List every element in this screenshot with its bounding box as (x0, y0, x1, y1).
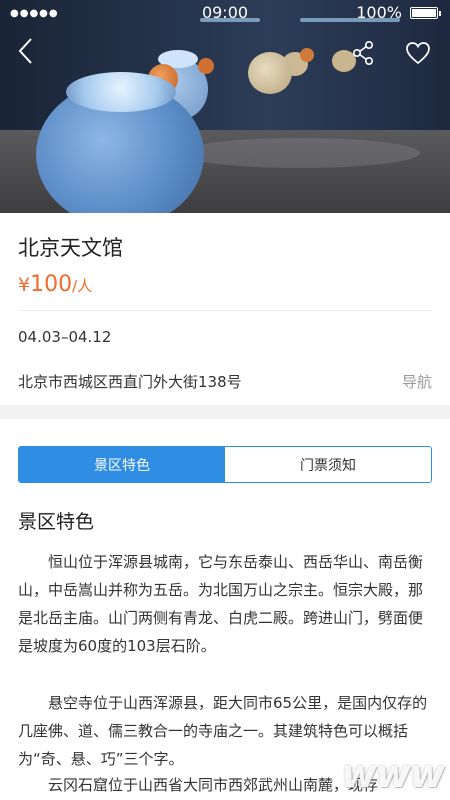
price-value: 100 (30, 272, 73, 297)
price-currency: ¥ (18, 274, 31, 296)
share-button[interactable] (348, 38, 378, 68)
address: 北京市西城区西直门外大街138号 (18, 373, 242, 391)
tab-ticket-notice[interactable]: 门票须知 (225, 447, 431, 482)
heart-icon (406, 42, 430, 65)
divider (18, 310, 432, 311)
section-gap (0, 405, 450, 419)
chevron-left-icon (18, 38, 32, 64)
status-bar: ●●●●● 09:00 100% (0, 0, 450, 26)
favorite-button[interactable] (402, 38, 434, 68)
battery-percent: 100% (356, 3, 402, 22)
paragraph: 恒山位于浑源县城南，它与东岳泰山、西岳华山、南岳衡山，中岳嵩山并称为五岳。为北国… (18, 553, 424, 655)
share-icon (352, 40, 374, 65)
date-range: 04.03–04.12 (18, 328, 112, 346)
section-title: 景区特色 (18, 511, 95, 533)
back-button[interactable] (10, 36, 40, 66)
price: ¥100/人 (18, 272, 92, 297)
tab-bar: 景区特色 门票须知 (18, 446, 432, 483)
venue-title: 北京天文馆 (18, 236, 123, 260)
hero-image (0, 0, 450, 213)
battery-icon (410, 7, 441, 19)
price-unit: /人 (72, 277, 93, 295)
watermark-logo: www (341, 752, 445, 796)
tab-features[interactable]: 景区特色 (19, 447, 225, 482)
navigate-link[interactable]: 导航 (402, 371, 432, 392)
